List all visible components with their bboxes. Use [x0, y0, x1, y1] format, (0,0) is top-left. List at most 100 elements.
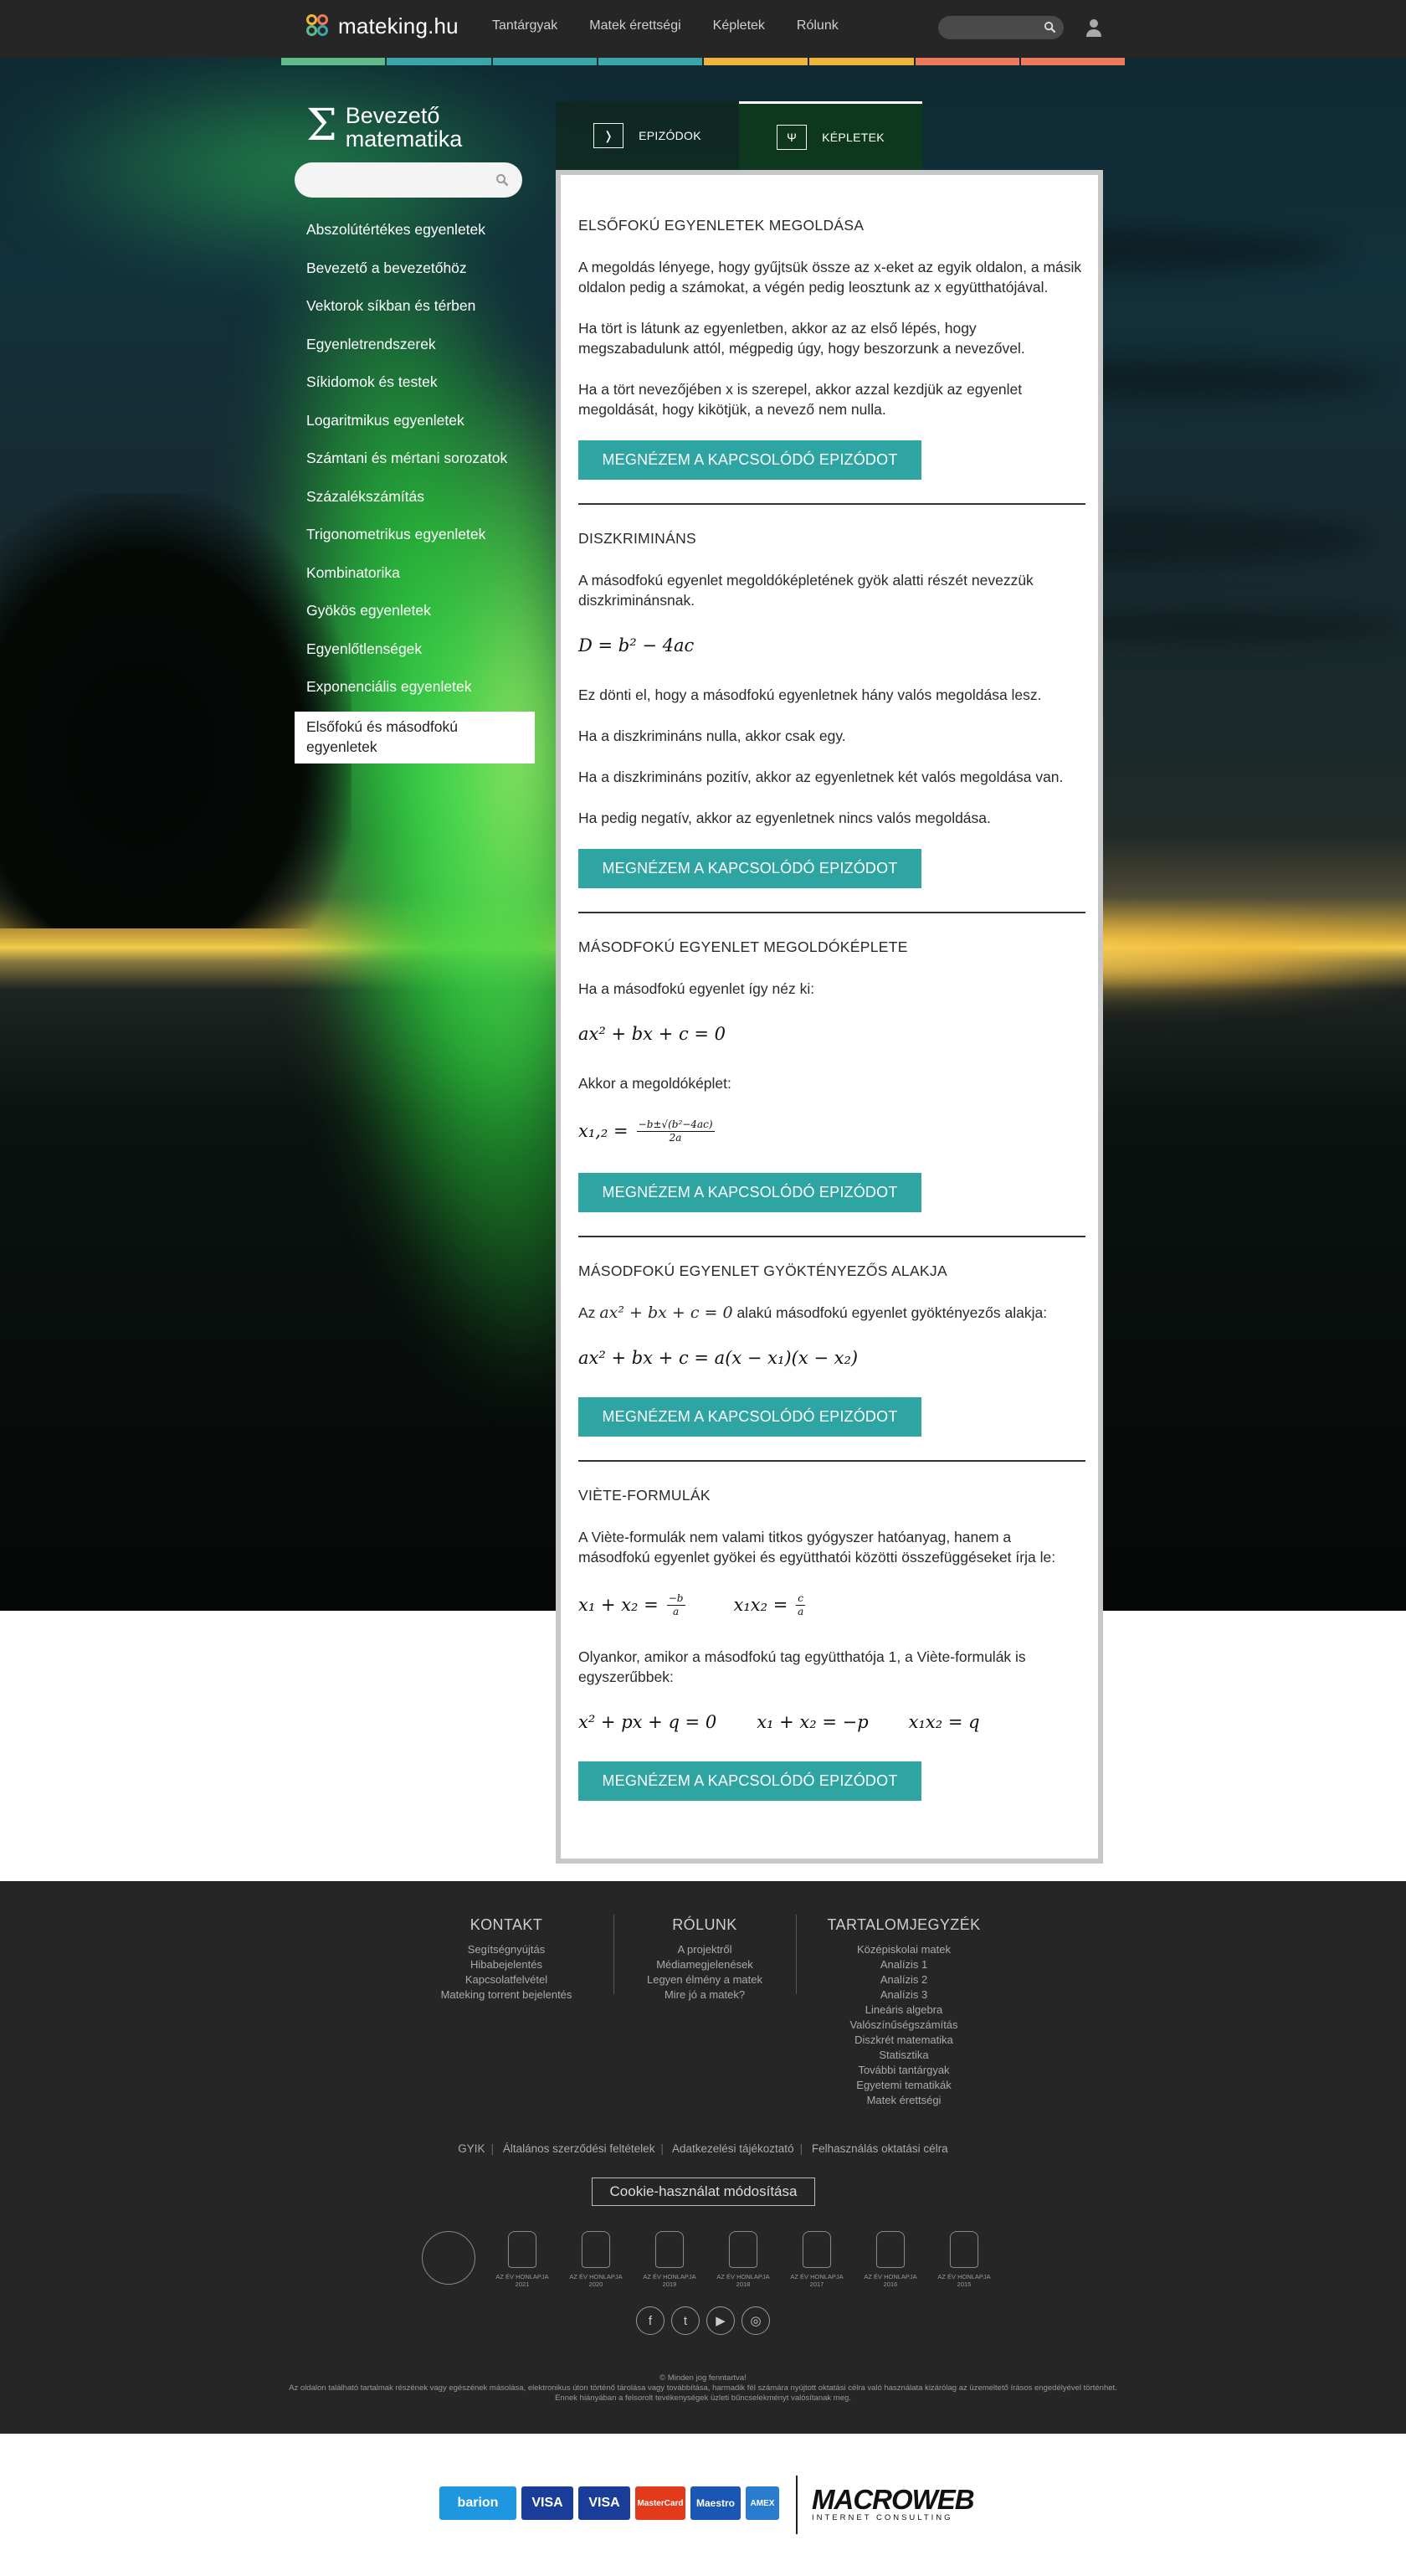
sigma-icon: Σ — [306, 100, 337, 151]
related-episode-button[interactable]: MEGNÉZEM A KAPCSOLÓDÓ EPIZÓDOT — [578, 1173, 921, 1212]
section-divider — [578, 912, 1085, 913]
facebook-icon[interactable]: f — [636, 2306, 665, 2335]
related-episode-button[interactable]: MEGNÉZEM A KAPCSOLÓDÓ EPIZÓDOT — [578, 1397, 921, 1437]
sidebar-item[interactable]: Vektorok síkban és térben — [295, 291, 535, 329]
footer-link-privacy[interactable]: Adatkezelési tájékoztató — [672, 2142, 794, 2155]
footer-link[interactable]: Valószínűségszámítás — [820, 2018, 988, 2033]
related-episode-button[interactable]: MEGNÉZEM A KAPCSOLÓDÓ EPIZÓDOT — [578, 1761, 921, 1801]
nav-item-about[interactable]: Rólunk — [797, 18, 839, 33]
award-badge — [420, 2231, 477, 2293]
footer-link[interactable]: Analízis 3 — [820, 1987, 988, 2003]
formula-lhs: x₁x₂ = — [733, 1595, 788, 1615]
youtube-icon[interactable]: ▶ — [706, 2306, 735, 2335]
sidebar-item[interactable]: Gyökös egyenletek — [295, 595, 535, 634]
section-text: A Viète-formulák nem valami titkos gyógy… — [578, 1529, 1056, 1566]
sidebar-item[interactable]: Számtani és mértani sorozatok — [295, 443, 535, 481]
award-badge: AZ ÉV HONLAPJA 2021 — [494, 2231, 551, 2293]
footer-link[interactable]: A projektről — [629, 1942, 780, 1957]
footer-link[interactable]: Segítségnyújtás — [435, 1942, 577, 1957]
sidebar-item[interactable]: Kombinatorika — [295, 558, 535, 596]
sidebar-item[interactable]: Egyenlőtlenségek — [295, 634, 535, 672]
cookie-settings-button[interactable]: Cookie-használat módosítása — [592, 2178, 815, 2206]
footer-link[interactable]: Mire jó a matek? — [629, 1987, 780, 2003]
footer-link[interactable]: Diszkrét matematika — [820, 2033, 988, 2048]
search-icon[interactable] — [495, 173, 509, 187]
payment-logos: barion VISA VISA MasterCard Maestro AMEX — [439, 2486, 779, 2520]
footer-link[interactable]: Matek érettségi — [820, 2093, 988, 2108]
section-title: MÁSODFOKÚ EGYENLET GYÖKTÉNYEZŐS ALAKJA — [578, 1262, 947, 1279]
sidebar-item[interactable]: Síkidomok és testek — [295, 367, 535, 405]
formula: ax² + bx + c = a(x − x₁)(x − x₂) — [578, 1348, 859, 1368]
header-search-input[interactable] — [938, 16, 1064, 39]
footer-link[interactable]: Lineáris algebra — [820, 2003, 988, 2018]
related-episode-button[interactable]: MEGNÉZEM A KAPCSOLÓDÓ EPIZÓDOT — [578, 440, 921, 480]
footer-link[interactable]: Analízis 2 — [820, 1972, 988, 1987]
footer-divider — [613, 1915, 614, 1994]
logo-text: mateking.hu — [338, 13, 459, 39]
section-text: Olyankor, amikor a másodfokú tag együtth… — [578, 1648, 1026, 1685]
section-text: Ha a másodfokú egyenlet így néz ki: — [578, 980, 815, 997]
sidebar-search-input[interactable] — [295, 162, 522, 198]
nav-item-formulas[interactable]: Képletek — [713, 18, 765, 33]
sidebar-item[interactable]: Logaritmikus egyenletek — [295, 405, 535, 444]
fraction-denominator: 2a — [669, 1131, 682, 1144]
formula: ax² + bx + c = 0 — [578, 1024, 726, 1044]
instagram-icon[interactable]: ◎ — [741, 2306, 770, 2335]
visa-logo: VISA — [521, 2486, 573, 2520]
sidebar-item[interactable]: Egyenletrendszerek — [295, 329, 535, 368]
social-links: f t ▶ ◎ — [636, 2306, 770, 2335]
footer-link[interactable]: Statisztika — [820, 2048, 988, 2063]
section-text: Akkor a megoldóképlet: — [578, 1075, 731, 1092]
formula: D = b² − 4ac — [578, 635, 695, 656]
section-title: ELSŐFOKÚ EGYENLETEK MEGOLDÁSA — [578, 217, 865, 234]
sidebar-item[interactable]: Exponenciális egyenletek — [295, 671, 535, 710]
color-strip-segment — [387, 58, 491, 65]
formula-section: VIÈTE-FORMULÁK A Viète-formulák nem vala… — [578, 1487, 1085, 1801]
footer-link-faq[interactable]: GYIK — [458, 2142, 485, 2155]
color-strip-segment — [915, 58, 1019, 65]
tab-formulas[interactable]: Ψ KÉPLETEK — [739, 101, 922, 170]
formula-section: ELSŐFOKÚ EGYENLETEK MEGOLDÁSA A megoldás… — [578, 217, 1085, 480]
user-icon[interactable] — [1085, 17, 1103, 39]
section-text: Ha a diszkrimináns nulla, akkor csak egy… — [578, 728, 846, 744]
footer-link[interactable]: Kapcsolatfelvétel — [435, 1972, 577, 1987]
visa-electron-logo: VISA — [578, 2486, 630, 2520]
sidebar-item[interactable]: Trigonometrikus egyenletek — [295, 519, 535, 558]
sidebar-item[interactable]: Abszolútértékes egyenletek — [295, 214, 535, 253]
nav-item-matura[interactable]: Matek érettségi — [589, 18, 680, 33]
footer-link[interactable]: Középiskolai matek — [820, 1942, 988, 1957]
twitter-icon[interactable]: t — [671, 2306, 700, 2335]
award-badge: AZ ÉV HONLAPJA 2018 — [715, 2231, 772, 2293]
footer-link-education[interactable]: Felhasználás oktatási célra — [812, 2142, 948, 2155]
nav-item-subjects[interactable]: Tantárgyak — [492, 18, 557, 33]
psi-icon: Ψ — [777, 124, 808, 150]
formula-fraction: −b±√(b²−4ac) 2a — [636, 1118, 715, 1144]
footer-link[interactable]: Egyetemi tematikák — [820, 2078, 988, 2093]
award-badge: AZ ÉV HONLAPJA 2017 — [788, 2231, 845, 2293]
footer-link[interactable]: Hibabejelentés — [435, 1957, 577, 1972]
sidebar-item-active[interactable]: Elsőfokú és másodfokú egyenletek — [295, 711, 535, 764]
footer-link[interactable]: Analízis 1 — [820, 1957, 988, 1972]
sidebar-item[interactable]: Százalékszámítás — [295, 481, 535, 520]
search-icon[interactable] — [1044, 21, 1056, 33]
footer-toc-column: TARTALOMJEGYZÉK Középiskolai matek Analí… — [820, 1916, 988, 2108]
footer-link-terms[interactable]: Általános szerződési feltételek — [503, 2142, 655, 2155]
award-hand-icon — [508, 2231, 536, 2268]
footer-link[interactable]: Legyen élmény a matek — [629, 1972, 780, 1987]
award-hand-icon — [582, 2231, 610, 2268]
footer-link[interactable]: Médiamegjelenések — [629, 1957, 780, 1972]
formulas-card: ELSŐFOKÚ EGYENLETEK MEGOLDÁSA A megoldás… — [556, 170, 1103, 1864]
footer-link[interactable]: Mateking torrent bejelentés — [435, 1987, 577, 2003]
site-logo[interactable]: mateking.hu — [306, 12, 459, 40]
award-badge: AZ ÉV HONLAPJA 2016 — [862, 2231, 919, 2293]
tab-episodes[interactable]: ❭ EPIZÓDOK — [556, 101, 739, 170]
macroweb-logo[interactable]: MACROWEB INTERNET CONSULTING — [812, 2484, 975, 2522]
section-divider — [578, 503, 1085, 505]
sidebar-item[interactable]: Bevezető a bevezetőhöz — [295, 253, 535, 291]
color-strip-segment — [704, 58, 808, 65]
formula-fraction: c a — [796, 1591, 806, 1617]
footer-link[interactable]: További tantárgyak — [820, 2063, 988, 2078]
sidebar-topic-list: Abszolútértékes egyenletek Bevezető a be… — [295, 214, 535, 764]
color-strip-segment — [492, 58, 597, 65]
related-episode-button[interactable]: MEGNÉZEM A KAPCSOLÓDÓ EPIZÓDOT — [578, 849, 921, 888]
